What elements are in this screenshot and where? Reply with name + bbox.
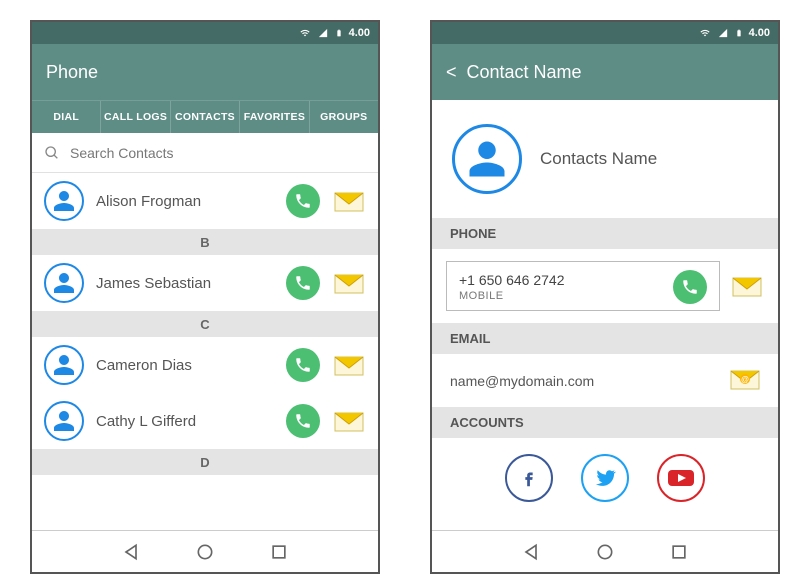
- app-bar: Phone: [32, 44, 378, 100]
- section-accounts: ACCOUNTS: [432, 407, 778, 438]
- contact-name: Cameron Dias: [96, 357, 274, 374]
- tab-contacts[interactable]: CONTACTS: [171, 101, 240, 133]
- call-button[interactable]: [286, 184, 320, 218]
- tabs: DIAL CALL LOGS CONTACTS FAVORITES GROUPS: [32, 100, 378, 133]
- contact-name: James Sebastian: [96, 275, 274, 292]
- message-button[interactable]: [332, 189, 366, 213]
- contact-row[interactable]: Alison Frogman: [32, 173, 378, 229]
- message-button[interactable]: [332, 353, 366, 377]
- call-button[interactable]: [286, 404, 320, 438]
- avatar: [44, 181, 84, 221]
- section-email: EMAIL: [432, 323, 778, 354]
- search-icon: [44, 145, 60, 161]
- youtube-icon[interactable]: [657, 454, 705, 502]
- android-nav-bar: [32, 530, 378, 572]
- nav-back-icon[interactable]: [521, 542, 541, 562]
- app-title: Contact Name: [467, 62, 582, 83]
- nav-back-icon[interactable]: [121, 542, 141, 562]
- app-title: Phone: [46, 62, 98, 83]
- email-row[interactable]: name@mydomain.com @: [432, 354, 778, 407]
- tab-call-logs[interactable]: CALL LOGS: [101, 101, 170, 133]
- contact-row[interactable]: Cathy L Gifferd: [32, 393, 378, 449]
- phone-number: +1 650 646 2742: [459, 272, 673, 288]
- phone-type: MOBILE: [459, 290, 673, 302]
- app-bar: < Contact Name: [432, 44, 778, 100]
- status-time: 4.00: [749, 27, 770, 39]
- device-phone-list: 4.00 Phone DIAL CALL LOGS CONTACTS FAVOR…: [30, 20, 380, 574]
- phone-row: +1 650 646 2742 MOBILE: [432, 249, 778, 323]
- contact-name: Alison Frogman: [96, 193, 274, 210]
- status-time: 4.00: [349, 27, 370, 39]
- message-button[interactable]: [332, 271, 366, 295]
- section-header: C: [32, 311, 378, 337]
- android-nav-bar: [432, 530, 778, 572]
- contact-header: Contacts Name: [432, 100, 778, 218]
- status-bar: 4.00: [32, 22, 378, 44]
- battery-icon: [335, 27, 343, 39]
- call-button[interactable]: [286, 348, 320, 382]
- search-bar[interactable]: Search Contacts: [32, 133, 378, 173]
- facebook-icon[interactable]: [505, 454, 553, 502]
- wifi-icon: [699, 28, 711, 38]
- battery-icon: [735, 27, 743, 39]
- signal-icon: [317, 28, 329, 38]
- avatar: [452, 124, 522, 194]
- nav-home-icon[interactable]: [595, 542, 615, 562]
- nav-home-icon[interactable]: [195, 542, 215, 562]
- section-header: D: [32, 449, 378, 475]
- device-contact-detail: 4.00 < Contact Name Contacts Name PHONE …: [430, 20, 780, 574]
- avatar: [44, 263, 84, 303]
- contact-row[interactable]: James Sebastian: [32, 255, 378, 311]
- contact-name: Contacts Name: [540, 149, 657, 169]
- signal-icon: [717, 28, 729, 38]
- tab-favorites[interactable]: FAVORITES: [240, 101, 309, 133]
- avatar: [44, 345, 84, 385]
- nav-recent-icon[interactable]: [669, 542, 689, 562]
- tab-dial[interactable]: DIAL: [32, 101, 101, 133]
- phone-card[interactable]: +1 650 646 2742 MOBILE: [446, 261, 720, 311]
- email-button[interactable]: @: [730, 368, 760, 393]
- message-button[interactable]: [730, 274, 764, 298]
- section-header: B: [32, 229, 378, 255]
- contact-row[interactable]: Cameron Dias: [32, 337, 378, 393]
- back-button[interactable]: <: [446, 62, 457, 83]
- contact-list[interactable]: Alison Frogman B James Sebastian C Camer…: [32, 173, 378, 530]
- wifi-icon: [299, 28, 311, 38]
- call-button[interactable]: [286, 266, 320, 300]
- call-button[interactable]: [673, 270, 707, 304]
- svg-text:@: @: [741, 375, 749, 384]
- nav-recent-icon[interactable]: [269, 542, 289, 562]
- social-accounts: [432, 438, 778, 518]
- status-bar: 4.00: [432, 22, 778, 44]
- search-placeholder: Search Contacts: [70, 145, 174, 161]
- contact-name: Cathy L Gifferd: [96, 413, 274, 430]
- avatar: [44, 401, 84, 441]
- email-value: name@mydomain.com: [450, 373, 594, 389]
- twitter-icon[interactable]: [581, 454, 629, 502]
- message-button[interactable]: [332, 409, 366, 433]
- section-phone: PHONE: [432, 218, 778, 249]
- tab-groups[interactable]: GROUPS: [310, 101, 378, 133]
